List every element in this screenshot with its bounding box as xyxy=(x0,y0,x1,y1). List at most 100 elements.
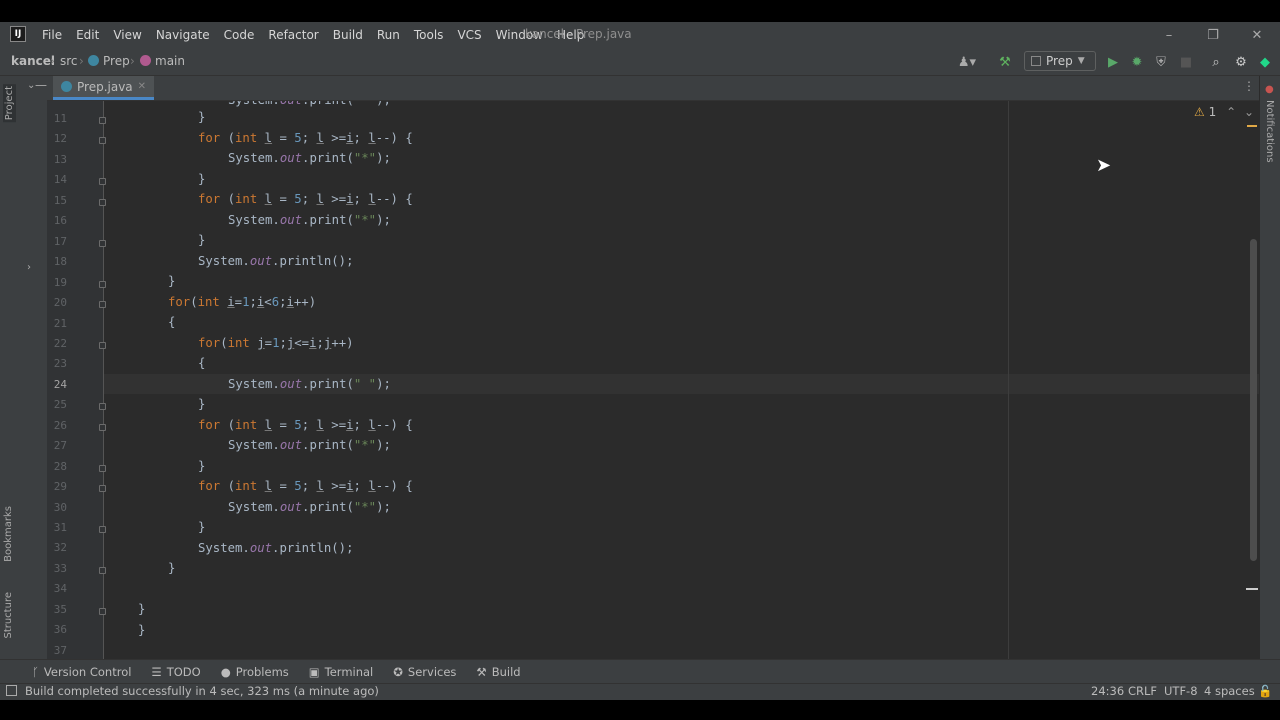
menu-run[interactable]: Run xyxy=(377,28,400,42)
fold-marker-icon[interactable] xyxy=(99,607,106,615)
search-icon[interactable]: ⌕ xyxy=(1207,53,1225,71)
collapse-panel-icon[interactable]: — xyxy=(35,78,47,92)
fold-marker-icon[interactable] xyxy=(99,341,106,349)
status-bar: Build completed successfully in 4 sec, 3… xyxy=(0,683,1280,701)
fold-marker-icon[interactable] xyxy=(99,526,106,533)
tool-version-control[interactable]: ᚴ Version Control xyxy=(32,665,131,679)
code-line-current: System.out.print(" "); xyxy=(228,377,391,391)
intellij-logo-icon[interactable]: IJ xyxy=(10,26,26,42)
line-number-gutter[interactable]: 11 12 13 14 15 16 17 18 19 20 21 22 23 24 25 26 27 28 29 30… xyxy=(47,101,106,659)
tool-label: Terminal xyxy=(324,665,374,679)
code-editor[interactable]: 11 12 13 14 15 16 17 18 19 20 21 22 23 24 25 26 27 28 29 30… xyxy=(47,101,1259,659)
tool-problems[interactable]: ● Problems xyxy=(221,665,289,679)
fold-marker-icon[interactable] xyxy=(99,280,106,288)
lock-icon[interactable]: 🔓 xyxy=(1258,684,1272,698)
debug-icon[interactable]: ✹ xyxy=(1128,53,1146,71)
notification-bell-icon[interactable]: ● xyxy=(1265,84,1274,95)
breadcrumb-class-label: Prep xyxy=(103,54,130,68)
indent-setting[interactable]: 4 spaces xyxy=(1204,684,1255,698)
code-line: } xyxy=(198,397,206,411)
fold-marker-icon[interactable] xyxy=(99,239,106,247)
project-panel-collapsed[interactable]: ⌄ › xyxy=(21,76,48,659)
menu-code[interactable]: Code xyxy=(224,28,255,42)
menu-view[interactable]: View xyxy=(113,28,141,42)
fold-marker-icon[interactable] xyxy=(99,566,106,574)
chevron-down-icon: ▼ xyxy=(1077,56,1085,66)
tool-label: Version Control xyxy=(43,665,132,679)
code-line: for(int j=1;j<=i;j++) xyxy=(198,336,354,350)
settings-icon[interactable]: ⚙ xyxy=(1232,53,1250,71)
line-number: 12 xyxy=(53,132,67,146)
breadcrumb-project[interactable]: kancel xyxy=(11,54,55,68)
notifications-tool-tab[interactable]: Notifications xyxy=(1264,100,1275,163)
close-button[interactable]: ✕ xyxy=(1246,24,1268,46)
line-number: 25 xyxy=(53,398,67,412)
project-tool-tab[interactable]: Project xyxy=(3,84,16,123)
toggle-tool-windows-icon[interactable] xyxy=(6,685,17,696)
line-number: 32 xyxy=(53,541,67,555)
line-separator[interactable]: CRLF xyxy=(1128,684,1157,698)
inspection-widget[interactable]: ⚠ 1 ⌃ ⌄ xyxy=(1194,105,1254,119)
vertical-scrollbar[interactable] xyxy=(1250,239,1257,561)
next-highlight-icon[interactable]: ⌄ xyxy=(1244,105,1254,119)
close-tab-icon[interactable]: ✕ xyxy=(138,81,146,92)
menu-edit[interactable]: Edit xyxy=(76,28,99,42)
structure-tool-tab[interactable]: Structure xyxy=(3,592,14,639)
coverage-icon[interactable]: ⛨ xyxy=(1152,53,1170,71)
breadcrumb-src[interactable]: src xyxy=(60,54,78,68)
fold-marker-icon[interactable] xyxy=(99,178,106,186)
warning-count: 1 xyxy=(1208,105,1217,119)
line-number: 19 xyxy=(53,275,67,289)
bookmarks-tool-tab[interactable]: Bookmarks xyxy=(3,506,14,562)
code-line: } xyxy=(168,561,176,575)
run-config-label: Prep xyxy=(1046,54,1073,68)
line-number: 37 xyxy=(53,643,67,657)
menu-tools[interactable]: Tools xyxy=(414,28,444,42)
restore-button[interactable]: ❐ xyxy=(1202,24,1224,46)
fold-marker-icon[interactable] xyxy=(99,117,106,124)
code-line: { xyxy=(198,356,206,370)
code-line: System.out.println(); xyxy=(198,541,354,555)
menu-file[interactable]: File xyxy=(42,28,62,42)
stop-icon[interactable]: ■ xyxy=(1177,53,1195,71)
line-number: 21 xyxy=(53,316,67,330)
breadcrumb-method[interactable]: main xyxy=(140,54,185,68)
menu-build[interactable]: Build xyxy=(333,28,363,42)
fold-marker-icon[interactable] xyxy=(99,301,106,309)
code-line: System.out.print("*"); xyxy=(228,213,391,227)
run-configuration-select[interactable]: Prep ▼ xyxy=(1024,51,1096,71)
code-line: } xyxy=(168,274,176,288)
caret-position[interactable]: 24:36 xyxy=(1091,684,1124,698)
menu-navigate[interactable]: Navigate xyxy=(156,28,210,42)
tool-build[interactable]: ⚒ Build xyxy=(476,665,520,679)
more-options-icon[interactable]: ⋮ xyxy=(1243,79,1255,93)
file-encoding[interactable]: UTF-8 xyxy=(1164,684,1198,698)
breadcrumb-class[interactable]: Prep xyxy=(88,54,130,68)
fold-marker-icon[interactable] xyxy=(99,464,106,472)
jetbrains-icon[interactable]: ◆ xyxy=(1256,53,1274,71)
run-icon[interactable]: ▶ xyxy=(1104,53,1122,71)
code-line: System.out.print("*"); xyxy=(228,500,391,514)
minimize-button[interactable]: – xyxy=(1158,24,1180,46)
warning-marker[interactable] xyxy=(1247,125,1257,127)
code-line: } xyxy=(198,172,206,186)
tool-todo[interactable]: ☰ TODO xyxy=(151,665,200,679)
fold-marker-icon[interactable] xyxy=(99,198,106,206)
line-number: 17 xyxy=(53,234,67,248)
tool-terminal[interactable]: ▣ Terminal xyxy=(309,665,373,679)
fold-marker-icon[interactable] xyxy=(99,423,106,431)
user-icon[interactable]: ♟▾ xyxy=(958,53,976,71)
chevron-right-icon[interactable]: › xyxy=(27,262,31,273)
fold-marker-icon[interactable] xyxy=(99,403,106,411)
hammer-icon[interactable]: ⚒ xyxy=(996,53,1014,71)
previous-highlight-icon[interactable]: ⌃ xyxy=(1226,105,1236,119)
fold-marker-icon[interactable] xyxy=(99,137,106,145)
menu-vcs[interactable]: VCS xyxy=(457,28,481,42)
fold-marker-icon[interactable] xyxy=(99,485,106,493)
tab-prep-java[interactable]: Prep.java ✕ xyxy=(53,76,155,100)
menu-refactor[interactable]: Refactor xyxy=(268,28,318,42)
problems-icon: ● xyxy=(220,665,231,679)
status-message[interactable]: Build completed successfully in 4 sec, 3… xyxy=(25,684,379,698)
code-line: { xyxy=(168,315,176,329)
tool-services[interactable]: ✪ Services xyxy=(393,665,456,679)
